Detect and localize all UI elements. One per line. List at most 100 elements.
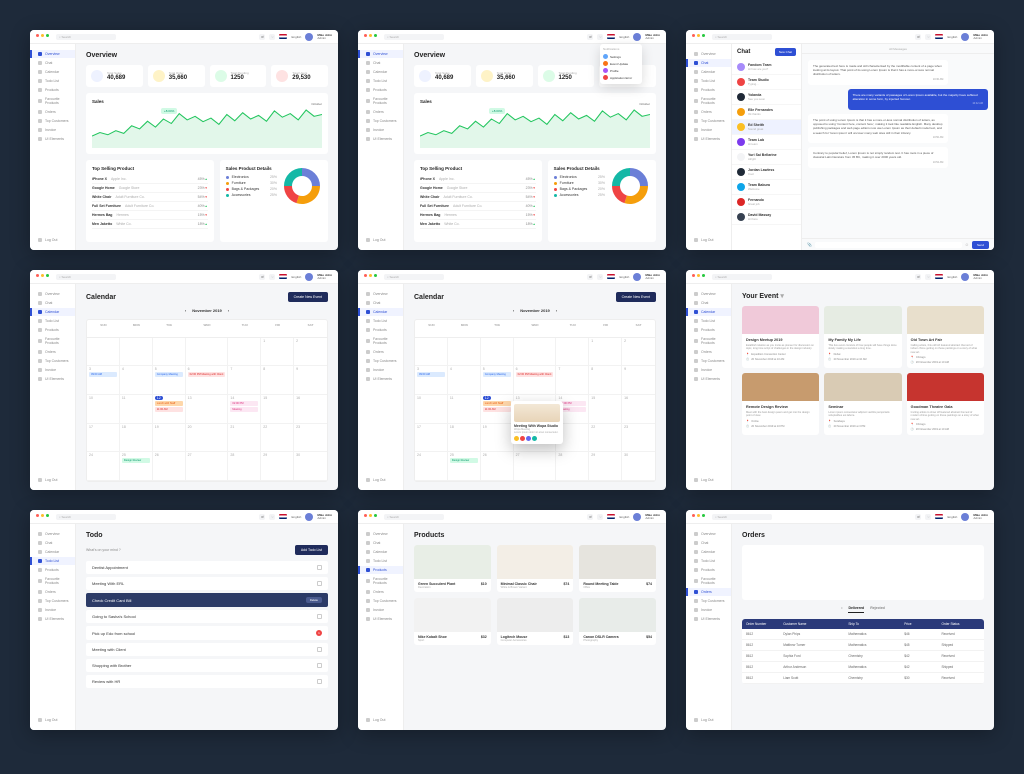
sidebar-item-orders[interactable]: Orders xyxy=(686,348,731,356)
event-card[interactable]: Design Meetup 2019 Establish relation as… xyxy=(742,306,819,368)
sidebar-item-favourite-products[interactable]: Favourite Products xyxy=(686,575,731,587)
sidebar-item-invoice[interactable]: Invoice xyxy=(686,126,731,134)
sidebar-item-top-customers[interactable]: Top Customers xyxy=(686,117,731,125)
shuffle-icon[interactable]: ⇄ xyxy=(259,34,265,40)
event-card[interactable]: Old Town Art Fair Calling artists, this … xyxy=(907,306,984,368)
sidebar-item-todo-list[interactable]: Todo List xyxy=(686,317,731,325)
sidebar-item-overview[interactable]: Overview xyxy=(686,530,731,538)
flag-icon[interactable] xyxy=(279,514,287,519)
sidebar-item-chat[interactable]: Chat xyxy=(30,59,75,67)
sidebar-item-ui-elements[interactable]: UI Elements xyxy=(686,615,731,623)
sidebar-item-favourite-products[interactable]: Favourite Products xyxy=(30,575,75,587)
sidebar-item-chat[interactable]: Chat xyxy=(358,299,403,307)
cal-cell[interactable]: 22 xyxy=(261,424,294,453)
sidebar-item-todo-list[interactable]: Todo List xyxy=(358,317,403,325)
cal-cell[interactable]: 21 xyxy=(228,424,261,453)
cal-cell[interactable]: 28 xyxy=(228,452,261,481)
todo-item[interactable]: Dentist Appointment xyxy=(86,561,328,574)
order-row[interactable]: 8612Liam ScottChemistry$30Received xyxy=(742,673,984,684)
avatar[interactable] xyxy=(305,273,313,281)
shuffle-icon[interactable]: ⇄ xyxy=(915,34,921,40)
sidebar-item-calendar[interactable]: Calendar xyxy=(30,308,75,316)
sidebar-item-top-customers[interactable]: Top Customers xyxy=(686,597,731,605)
todo-item[interactable]: Check Credit Card Bill Delete xyxy=(86,593,328,607)
cal-cell[interactable]: 2 xyxy=(294,338,327,367)
cal-cell[interactable]: 26 xyxy=(481,452,514,481)
sidebar-item-invoice[interactable]: Invoice xyxy=(686,366,731,374)
shuffle-icon[interactable]: ⇄ xyxy=(259,514,265,520)
sidebar-item-ui-elements[interactable]: UI Elements xyxy=(30,375,75,383)
cal-cell[interactable]: 10 xyxy=(415,395,448,424)
cal-cell[interactable]: 17 xyxy=(87,424,120,453)
cal-cell[interactable]: 602:00 PM Meeting with Client xyxy=(186,366,229,395)
cal-cell[interactable]: 27 xyxy=(514,452,557,481)
shuffle-icon[interactable]: ⇄ xyxy=(915,514,921,520)
cal-cell[interactable]: 8 xyxy=(589,366,622,395)
chat-contact[interactable]: Team StudioTyping... xyxy=(732,75,801,90)
calendar-event[interactable]: Lunch with Staff xyxy=(155,401,183,406)
cal-cell[interactable]: 2 xyxy=(622,338,655,367)
sidebar-item-overview[interactable]: Overview xyxy=(686,50,731,58)
sidebar-item-favourite-products[interactable]: Favourite Products xyxy=(358,95,403,107)
order-row[interactable]: 8612Dylan PhipsMathematics$46Received xyxy=(742,629,984,640)
sidebar-item-products[interactable]: Products xyxy=(30,326,75,334)
search-input[interactable]: ⌕ Search xyxy=(384,274,444,280)
sidebar-item-top-customers[interactable]: Top Customers xyxy=(686,357,731,365)
cal-cell[interactable]: 12Lunch with Staff11:00 AM xyxy=(153,395,186,424)
avatar[interactable] xyxy=(305,33,313,41)
sidebar-item-top-customers[interactable]: Top Customers xyxy=(358,357,403,365)
checkbox[interactable] xyxy=(317,647,322,652)
sidebar-item-overview[interactable]: Overview xyxy=(358,530,403,538)
sidebar-item-ui-elements[interactable]: UI Elements xyxy=(686,135,731,143)
cal-cell[interactable]: 9 xyxy=(622,366,655,395)
sidebar-item-calendar[interactable]: Calendar xyxy=(358,68,403,76)
calendar-event[interactable]: 11:00 AM xyxy=(155,407,183,412)
bell-icon[interactable]: ♡ xyxy=(269,514,275,520)
calendar-event[interactable]: 02:00 PM Meeting with Client xyxy=(516,372,554,377)
chat-contact[interactable]: Jordan LawlessCool xyxy=(732,165,801,180)
cal-cell[interactable]: 15 xyxy=(261,395,294,424)
sidebar-item-logout[interactable]: Log Out xyxy=(358,236,403,244)
product-card[interactable]: Nike Kobalt Shoe Sport $32 xyxy=(414,598,491,645)
sidebar-item-favourite-products[interactable]: Favourite Products xyxy=(358,575,403,587)
sidebar-item-calendar[interactable]: Calendar xyxy=(358,308,403,316)
sidebar-item-logout[interactable]: Log Out xyxy=(686,716,731,724)
calendar-event[interactable]: Meeting xyxy=(230,407,258,412)
sidebar-item-orders[interactable]: Orders xyxy=(686,108,731,116)
cal-cell[interactable]: 13 xyxy=(186,395,229,424)
cal-cell[interactable]: 19 xyxy=(153,424,186,453)
sidebar-item-ui-elements[interactable]: UI Elements xyxy=(358,375,403,383)
cal-cell[interactable]: 9 xyxy=(294,366,327,395)
sidebar-item-ui-elements[interactable]: UI Elements xyxy=(30,615,75,623)
sidebar-item-invoice[interactable]: Invoice xyxy=(30,606,75,614)
flag-icon[interactable] xyxy=(279,34,287,39)
sidebar-item-products[interactable]: Products xyxy=(358,86,403,94)
cal-cell[interactable]: 23 xyxy=(294,424,327,453)
calendar-event[interactable]: 02:00 PM Meeting with Client xyxy=(188,372,226,377)
sidebar-item-favourite-products[interactable]: Favourite Products xyxy=(30,95,75,107)
popover-item[interactable]: Settings xyxy=(603,53,639,60)
sidebar-item-logout[interactable]: Log Out xyxy=(686,236,731,244)
calendar-event[interactable]: Company Meeting xyxy=(483,372,511,377)
sidebar-item-top-customers[interactable]: Top Customers xyxy=(358,117,403,125)
sidebar-item-products[interactable]: Products xyxy=(358,566,403,574)
bell-icon[interactable]: ♡ xyxy=(269,34,275,40)
add-todo-button[interactable]: Add Todo List xyxy=(295,545,328,555)
cal-cell[interactable]: 23 xyxy=(622,424,655,453)
cal-cell[interactable]: 5Company Meeting xyxy=(481,366,514,395)
cal-cell[interactable]: 4 xyxy=(448,366,481,395)
cal-cell[interactable]: 24 xyxy=(87,452,120,481)
sidebar-item-overview[interactable]: Overview xyxy=(358,290,403,298)
checkbox[interactable] xyxy=(317,663,322,668)
avatar[interactable] xyxy=(961,513,969,521)
popover-item[interactable]: Application Error xyxy=(603,74,639,81)
shuffle-icon[interactable]: ⇄ xyxy=(587,34,593,40)
sidebar-item-overview[interactable]: Overview xyxy=(30,50,75,58)
filter-label[interactable]: October xyxy=(311,102,322,106)
flag-icon[interactable] xyxy=(279,274,287,279)
sidebar-item-todo-list[interactable]: Todo List xyxy=(686,77,731,85)
cal-cell[interactable]: 27 xyxy=(186,452,229,481)
cal-cell[interactable]: 1 xyxy=(261,338,294,367)
sidebar-item-favourite-products[interactable]: Favourite Products xyxy=(358,335,403,347)
chat-contact[interactable]: Elle FernandesOk thanks xyxy=(732,105,801,120)
